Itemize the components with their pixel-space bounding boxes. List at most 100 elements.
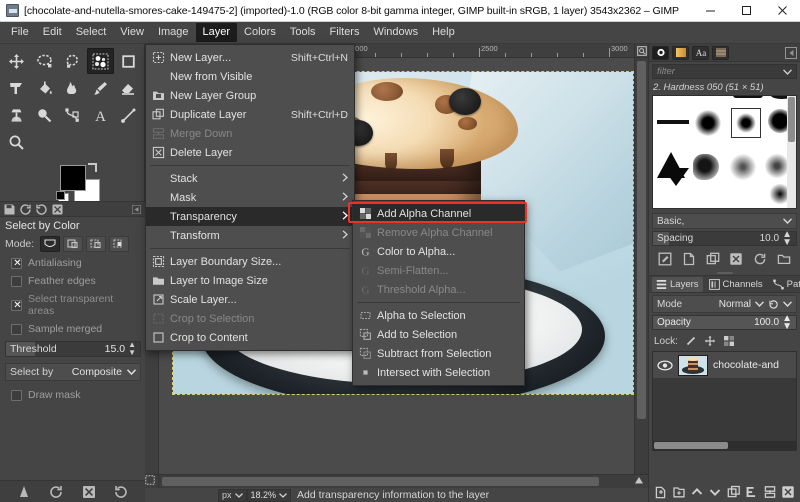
brush-grid[interactable] <box>652 95 797 209</box>
menu-select[interactable]: Select <box>69 23 114 42</box>
menu-windows[interactable]: Windows <box>366 23 425 42</box>
close-button[interactable] <box>764 0 800 22</box>
feather-edges-checkbox[interactable] <box>11 275 22 287</box>
clone-tool[interactable] <box>3 102 30 128</box>
fonts-tab[interactable]: Aa <box>692 45 709 60</box>
crop-tool[interactable] <box>115 48 142 74</box>
new-brush-icon[interactable] <box>682 252 696 266</box>
delete-options-icon[interactable] <box>51 203 64 216</box>
quick-mask-button[interactable] <box>145 474 159 488</box>
draw-mask-checkbox[interactable] <box>11 389 22 401</box>
ellipse-select-tool[interactable] <box>31 48 58 74</box>
open-brush-folder-icon[interactable] <box>777 252 791 266</box>
menu-item-layer-to-image-size[interactable]: Layer to Image Size <box>146 271 354 290</box>
menu-edit[interactable]: Edit <box>36 23 69 42</box>
gradient-icon[interactable] <box>16 484 32 500</box>
menu-item-layer-boundary-size[interactable]: Layer Boundary Size... <box>146 252 354 271</box>
options-menu-icon[interactable] <box>132 204 141 214</box>
delete-brush-icon[interactable] <box>729 252 743 266</box>
anchor-layer-icon[interactable] <box>745 485 759 499</box>
scrollbar-thumb[interactable] <box>654 442 729 449</box>
canvas-vertical-scrollbar[interactable] <box>634 58 648 474</box>
paintbrush-tool[interactable] <box>87 75 114 101</box>
mode-subtract-button[interactable] <box>86 236 107 252</box>
opacity-value[interactable]: 100.0 <box>754 317 779 328</box>
menu-view[interactable]: View <box>113 23 151 42</box>
menu-item-subtract-from-selection[interactable]: Subtract from Selection <box>353 344 524 363</box>
opacity-slider[interactable]: Opacity 100.0 ▲ ▼ <box>652 313 797 331</box>
opacity-spinner-icon[interactable]: ▲ ▼ <box>782 313 792 331</box>
patterns-tab[interactable] <box>712 45 729 60</box>
zoom-image-button[interactable] <box>634 44 648 58</box>
draw-mask-row[interactable]: Draw mask <box>11 389 141 401</box>
duplicate-brush-icon[interactable] <box>706 252 720 266</box>
menu-colors[interactable]: Colors <box>237 23 283 42</box>
free-select-tool[interactable] <box>59 48 86 74</box>
text-tool[interactable]: A <box>87 102 114 128</box>
swap-colors-icon[interactable] <box>88 163 97 172</box>
delete-icon[interactable] <box>81 484 97 500</box>
layer-name[interactable]: chocolate-and <box>713 359 779 371</box>
duplicate-layer-icon[interactable] <box>727 485 741 499</box>
layer-list[interactable]: chocolate-and <box>652 351 797 451</box>
scrollbar-thumb[interactable] <box>788 97 795 142</box>
select-transparent-areas-row[interactable]: Select transparent areas <box>11 293 141 317</box>
select-transparent-areas-checkbox[interactable] <box>11 299 23 312</box>
menu-tools[interactable]: Tools <box>283 23 323 42</box>
merge-down-icon[interactable] <box>763 485 777 499</box>
undo-history-icon[interactable] <box>48 484 64 500</box>
measure-tool[interactable] <box>115 102 142 128</box>
antialiasing-checkbox[interactable] <box>11 257 23 270</box>
sample-merged-row[interactable]: Sample merged <box>11 323 141 335</box>
menu-item-new-layer[interactable]: New Layer... Shift+Ctrl+N <box>146 48 354 67</box>
menu-item-new-from-visible[interactable]: New from Visible <box>146 67 354 86</box>
menu-item-alpha-to-selection[interactable]: Alpha to Selection <box>353 306 524 325</box>
menu-item-delete-layer[interactable]: Delete Layer <box>146 143 354 162</box>
refresh-icon[interactable] <box>113 484 129 500</box>
scrollbar-thumb[interactable] <box>162 477 599 486</box>
antialiasing-row[interactable]: Antialiasing <box>11 257 141 270</box>
heal-tool[interactable] <box>31 102 58 128</box>
sample-merged-checkbox[interactable] <box>11 323 22 335</box>
chevron-down-icon[interactable] <box>783 68 792 75</box>
reset-options-icon[interactable] <box>35 203 48 216</box>
zoom-selector[interactable]: 18.2% <box>246 488 292 502</box>
dock-menu-icon[interactable] <box>785 46 797 59</box>
perspective-tool[interactable] <box>3 75 30 101</box>
menu-item-intersect-with-selection[interactable]: Intersect with Selection <box>353 363 524 382</box>
menu-item-crop-to-content[interactable]: Crop to Content <box>146 328 354 347</box>
menu-item-transparency[interactable]: Transparency <box>146 207 354 226</box>
menu-item-stack[interactable]: Stack <box>146 169 354 188</box>
spacing-slider[interactable]: Spacing 10.0 ▲ ▼ <box>652 229 797 247</box>
path-tool[interactable] <box>59 102 86 128</box>
menu-item-color-to-alpha[interactable]: G Color to Alpha... <box>353 242 524 261</box>
brush-grid-scrollbar[interactable] <box>787 96 796 208</box>
threshold-value[interactable]: 15.0 <box>105 343 125 355</box>
lock-pixels-icon[interactable] <box>685 335 697 347</box>
menu-item-add-alpha-channel[interactable]: Add Alpha Channel <box>353 204 524 223</box>
layer-mode-row[interactable]: Mode Normal <box>652 295 797 313</box>
menu-help[interactable]: Help <box>425 23 462 42</box>
move-tool[interactable] <box>3 48 30 74</box>
edit-brush-icon[interactable] <box>658 252 672 266</box>
mode-intersect-button[interactable] <box>109 236 130 252</box>
menu-item-transform[interactable]: Transform <box>146 226 354 245</box>
select-by-combo[interactable]: Select by Composite <box>5 363 141 381</box>
select-by-color-tool[interactable] <box>87 48 114 74</box>
menu-filters[interactable]: Filters <box>323 23 367 42</box>
menu-item-add-to-selection[interactable]: Add to Selection <box>353 325 524 344</box>
magnifier-tool[interactable] <box>3 129 30 155</box>
threshold-slider[interactable]: Threshold 15.0 ▲ ▼ <box>5 341 141 357</box>
gradients-tab[interactable] <box>672 45 689 60</box>
bucket-fill-tool[interactable] <box>31 75 58 101</box>
unit-selector[interactable]: px <box>218 488 247 502</box>
lower-layer-icon[interactable] <box>708 485 722 499</box>
menu-item-new-layer-group[interactable]: New Layer Group <box>146 86 354 105</box>
spacing-spinner-icon[interactable]: ▲ ▼ <box>782 229 792 247</box>
feather-edges-row[interactable]: Feather edges <box>11 275 141 287</box>
menu-item-scale-layer[interactable]: Scale Layer... <box>146 290 354 309</box>
refresh-brushes-icon[interactable] <box>753 252 767 266</box>
save-options-icon[interactable] <box>3 203 16 216</box>
spacing-value[interactable]: 10.0 <box>760 233 779 244</box>
minimize-button[interactable] <box>692 0 728 22</box>
